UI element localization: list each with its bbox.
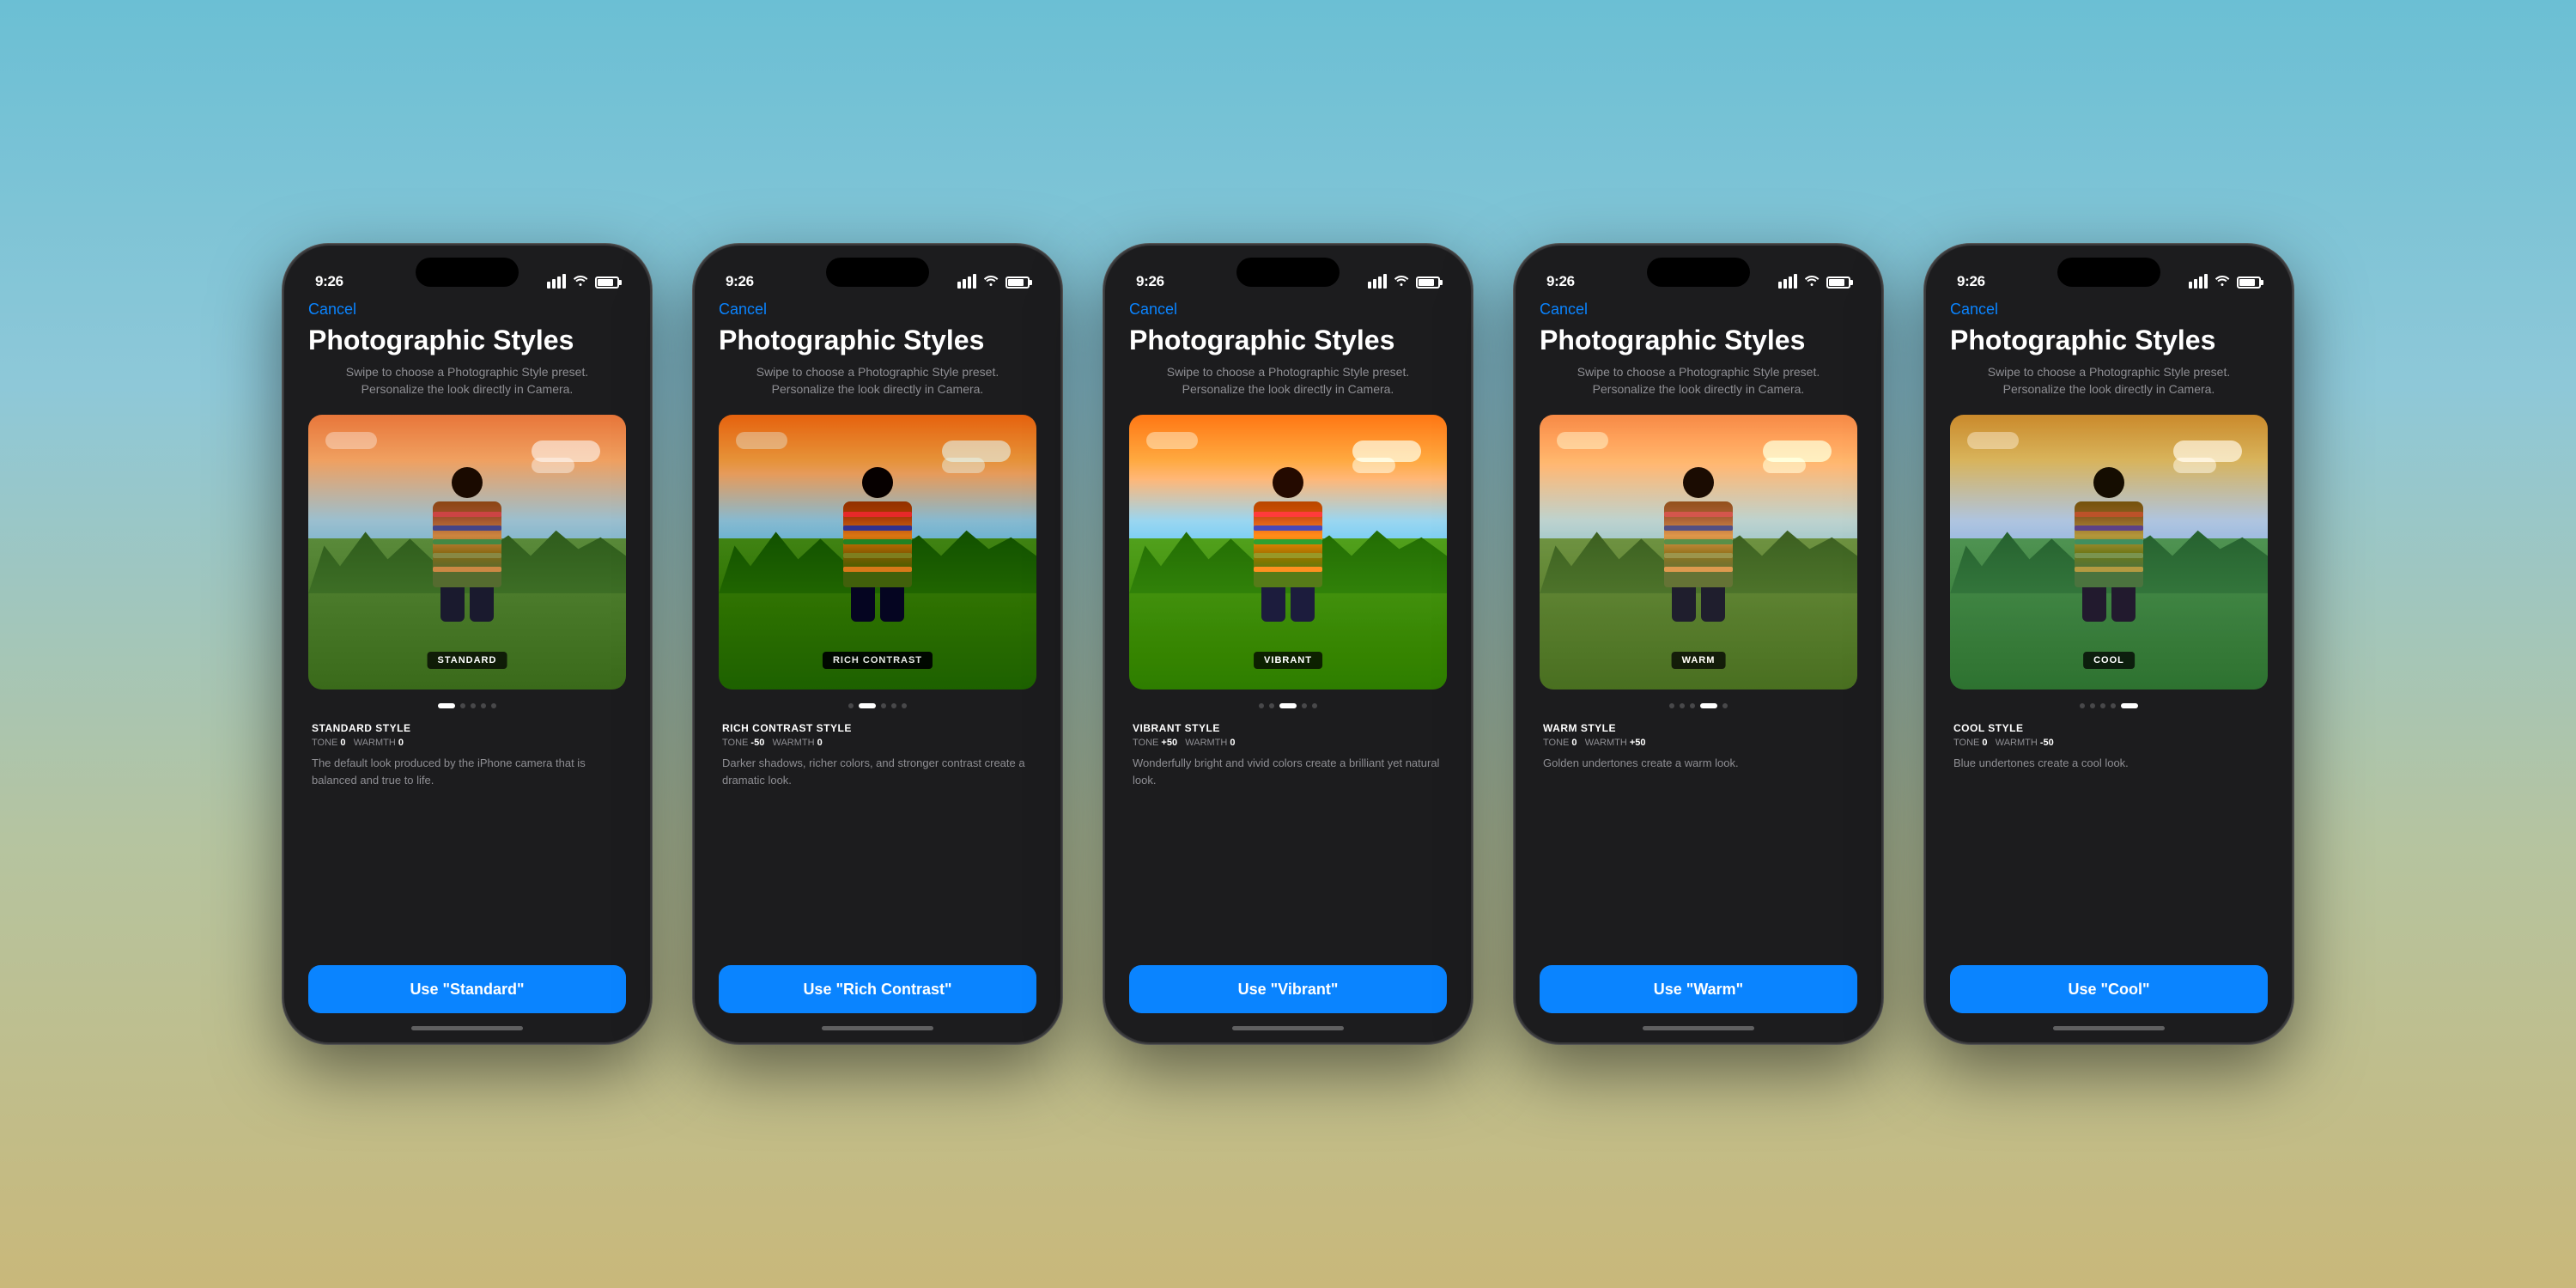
page-dots bbox=[1950, 703, 2268, 708]
home-indicator bbox=[1105, 1013, 1471, 1042]
wifi-icon bbox=[573, 274, 588, 290]
status-time: 9:26 bbox=[1546, 273, 1575, 290]
cancel-button[interactable]: Cancel bbox=[719, 301, 767, 318]
phones-container: 9:26 Cancel Photographic Styles Swipe to c… bbox=[231, 244, 2345, 1044]
wifi-icon bbox=[983, 274, 999, 290]
signal-bars-icon bbox=[957, 276, 976, 289]
page-subtitle: Swipe to choose a Photographic Style pre… bbox=[1950, 364, 2268, 398]
style-label: RICH CONTRAST bbox=[823, 652, 933, 669]
battery-icon bbox=[1416, 276, 1440, 289]
photo-container: VIBRANT bbox=[1129, 415, 1447, 690]
signal-bars-icon bbox=[2189, 276, 2208, 289]
page-title: Photographic Styles bbox=[308, 325, 626, 355]
page-title: Photographic Styles bbox=[1950, 325, 2268, 355]
nav-bar: Cancel bbox=[695, 297, 1060, 325]
use-style-button[interactable]: Use "Rich Contrast" bbox=[719, 965, 1036, 1013]
status-time: 9:26 bbox=[726, 273, 754, 290]
home-indicator bbox=[695, 1013, 1060, 1042]
use-style-button[interactable]: Use "Cool" bbox=[1950, 965, 2268, 1013]
style-label: STANDARD bbox=[428, 652, 507, 669]
photo-container: STANDARD bbox=[308, 415, 626, 690]
style-name: RICH CONTRAST STYLE bbox=[722, 722, 1033, 734]
page-dots bbox=[308, 703, 626, 708]
photo-container: WARM bbox=[1540, 415, 1857, 690]
style-params: TONE 0 WARMTH 0 bbox=[312, 738, 623, 748]
status-time: 9:26 bbox=[315, 273, 343, 290]
home-indicator bbox=[1516, 1013, 1881, 1042]
battery-icon bbox=[595, 276, 619, 289]
dynamic-island bbox=[826, 258, 929, 287]
style-label: WARM bbox=[1672, 652, 1726, 669]
page-dots bbox=[1129, 703, 1447, 708]
phone-rich-contrast: 9:26 Cancel Photographic Styles Swipe to c… bbox=[693, 244, 1062, 1044]
use-style-button[interactable]: Use "Warm" bbox=[1540, 965, 1857, 1013]
page-dots bbox=[1540, 703, 1857, 708]
style-name: COOL STYLE bbox=[1953, 722, 2264, 734]
home-indicator bbox=[284, 1013, 650, 1042]
style-params: TONE 0 WARMTH +50 bbox=[1543, 738, 1854, 748]
cancel-button[interactable]: Cancel bbox=[308, 301, 356, 318]
phone-warm: 9:26 Cancel Photographic Styles Swipe to c… bbox=[1514, 244, 1883, 1044]
use-style-button[interactable]: Use "Standard" bbox=[308, 965, 626, 1013]
style-name: STANDARD STYLE bbox=[312, 722, 623, 734]
style-label: COOL bbox=[2083, 652, 2135, 669]
style-params: TONE 0 WARMTH -50 bbox=[1953, 738, 2264, 748]
style-params: TONE -50 WARMTH 0 bbox=[722, 738, 1033, 748]
home-indicator bbox=[1926, 1013, 2292, 1042]
phone-cool: 9:26 Cancel Photographic Styles Swipe to c… bbox=[1924, 244, 2293, 1044]
style-params: TONE +50 WARMTH 0 bbox=[1133, 738, 1443, 748]
wifi-icon bbox=[2215, 274, 2230, 290]
page-subtitle: Swipe to choose a Photographic Style pre… bbox=[308, 364, 626, 398]
phone-standard: 9:26 Cancel Photographic Styles Swipe to c… bbox=[283, 244, 652, 1044]
phone-vibrant: 9:26 Cancel Photographic Styles Swipe to c… bbox=[1103, 244, 1473, 1044]
style-name: WARM STYLE bbox=[1543, 722, 1854, 734]
page-subtitle: Swipe to choose a Photographic Style pre… bbox=[719, 364, 1036, 398]
page-title: Photographic Styles bbox=[1129, 325, 1447, 355]
status-time: 9:26 bbox=[1957, 273, 1985, 290]
style-name: VIBRANT STYLE bbox=[1133, 722, 1443, 734]
style-label: VIBRANT bbox=[1254, 652, 1322, 669]
page-title: Photographic Styles bbox=[719, 325, 1036, 355]
cancel-button[interactable]: Cancel bbox=[1540, 301, 1588, 318]
battery-icon bbox=[1005, 276, 1030, 289]
signal-bars-icon bbox=[547, 276, 566, 289]
signal-bars-icon bbox=[1778, 276, 1797, 289]
page-dots bbox=[719, 703, 1036, 708]
use-style-button[interactable]: Use "Vibrant" bbox=[1129, 965, 1447, 1013]
dynamic-island bbox=[1236, 258, 1340, 287]
page-title: Photographic Styles bbox=[1540, 325, 1857, 355]
cancel-button[interactable]: Cancel bbox=[1950, 301, 1998, 318]
battery-icon bbox=[1826, 276, 1850, 289]
style-description: Golden undertones create a warm look. bbox=[1543, 755, 1854, 772]
page-subtitle: Swipe to choose a Photographic Style pre… bbox=[1129, 364, 1447, 398]
photo-container: COOL bbox=[1950, 415, 2268, 690]
nav-bar: Cancel bbox=[1105, 297, 1471, 325]
page-subtitle: Swipe to choose a Photographic Style pre… bbox=[1540, 364, 1857, 398]
style-description: Darker shadows, richer colors, and stron… bbox=[722, 755, 1033, 788]
nav-bar: Cancel bbox=[284, 297, 650, 325]
wifi-icon bbox=[1394, 274, 1409, 290]
style-description: The default look produced by the iPhone … bbox=[312, 755, 623, 788]
signal-bars-icon bbox=[1368, 276, 1387, 289]
battery-icon bbox=[2237, 276, 2261, 289]
dynamic-island bbox=[2057, 258, 2160, 287]
dynamic-island bbox=[416, 258, 519, 287]
status-time: 9:26 bbox=[1136, 273, 1164, 290]
photo-container: RICH CONTRAST bbox=[719, 415, 1036, 690]
nav-bar: Cancel bbox=[1926, 297, 2292, 325]
cancel-button[interactable]: Cancel bbox=[1129, 301, 1177, 318]
wifi-icon bbox=[1804, 274, 1820, 290]
nav-bar: Cancel bbox=[1516, 297, 1881, 325]
style-description: Wonderfully bright and vivid colors crea… bbox=[1133, 755, 1443, 788]
style-description: Blue undertones create a cool look. bbox=[1953, 755, 2264, 772]
dynamic-island bbox=[1647, 258, 1750, 287]
